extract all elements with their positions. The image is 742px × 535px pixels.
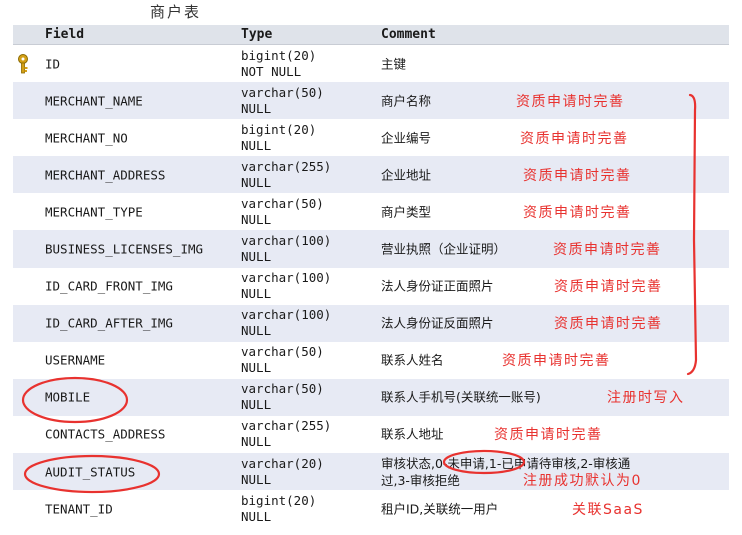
field-comment: 商户类型 xyxy=(381,204,432,220)
table-row: MOBILE varchar(50) NULL 联系人手机号(关联统一账号) 注册… xyxy=(13,378,729,416)
field-type: varchar(50) NULL xyxy=(241,195,324,227)
field-comment: 联系人手机号(关联统一账号) xyxy=(381,389,541,405)
field-type: varchar(255) NULL xyxy=(241,158,332,190)
field-name: ID xyxy=(45,56,61,72)
field-comment: 商户名称 xyxy=(381,93,432,109)
field-name: MERCHANT_ADDRESS xyxy=(45,167,166,183)
annotation-note: 资质申请时完善 xyxy=(554,316,663,333)
field-comment: 租户ID,关联统一用户 xyxy=(381,501,499,517)
field-type: bigint(20) NULL xyxy=(241,121,317,153)
field-name: MERCHANT_NAME xyxy=(45,93,143,109)
field-type: varchar(50) NULL xyxy=(241,84,324,116)
field-name: AUDIT_STATUS xyxy=(45,464,136,480)
table-title: 商户表 xyxy=(150,3,202,21)
field-type: bigint(20) NULL xyxy=(241,492,317,524)
key-icon xyxy=(18,53,28,73)
table-header: Field Type Comment xyxy=(13,25,729,45)
field-comment: 企业地址 xyxy=(381,167,432,183)
header-field: Field xyxy=(45,27,85,42)
field-name: USERNAME xyxy=(45,352,106,368)
annotation-note: 资质申请时完善 xyxy=(494,427,603,444)
annotation-note: 资质申请时完善 xyxy=(502,353,611,370)
field-name: ID_CARD_FRONT_IMG xyxy=(45,278,173,294)
field-type: varchar(255) NULL xyxy=(241,418,332,450)
annotation-note: 资质申请时完善 xyxy=(523,167,632,184)
annotation-note: 资质申请时完善 xyxy=(523,204,632,221)
field-comment: 法人身份证反面照片 xyxy=(381,315,494,331)
table-row: CONTACTS_ADDRESS varchar(255) NULL 联系人地址 … xyxy=(13,415,729,454)
annotation-note: 资质申请时完善 xyxy=(553,242,662,259)
annotation-note: 关联SaaS xyxy=(572,501,644,518)
table-row: MERCHANT_NAME varchar(50) NULL 商户名称 资质申请时… xyxy=(13,82,729,120)
field-type: varchar(100) NULL xyxy=(241,270,332,302)
field-type: varchar(50) NULL xyxy=(241,381,324,413)
field-name: BUSINESS_LICENSES_IMG xyxy=(45,241,204,257)
table-row: ID bigint(20) NOT NULL 主键 xyxy=(13,45,729,83)
table-row: ID_CARD_FRONT_IMG varchar(100) NULL 法人身份证… xyxy=(13,267,729,305)
field-comment: 营业执照（企业证明） xyxy=(381,241,507,257)
table-row: AUDIT_STATUS varchar(20) NULL 审核状态,0-未申请,… xyxy=(13,453,729,491)
table-row: BUSINESS_LICENSES_IMG varchar(100) NULL 营… xyxy=(13,230,729,268)
table-row: ID_CARD_AFTER_IMG varchar(100) NULL 法人身份证… xyxy=(13,304,729,342)
table-row: MERCHANT_TYPE varchar(50) NULL 商户类型 资质申请时… xyxy=(13,193,729,231)
field-comment: 联系人地址 xyxy=(381,426,444,442)
schema-table: Field Type Comment ID bigint(20) NOT NULL… xyxy=(13,25,729,528)
annotation-note: 资质申请时完善 xyxy=(520,130,629,147)
field-comment: 法人身份证正面照片 xyxy=(381,278,494,294)
table-row: USERNAME varchar(50) NULL 联系人姓名 资质申请时完善 xyxy=(13,341,729,379)
field-comment: 联系人姓名 xyxy=(381,352,444,368)
field-type: bigint(20) NOT NULL xyxy=(241,47,317,79)
field-name: ID_CARD_AFTER_IMG xyxy=(45,315,173,331)
annotation-note: 资质申请时完善 xyxy=(516,93,625,110)
annotation-note: 资质申请时完善 xyxy=(554,279,663,296)
table-row: MERCHANT_NO bigint(20) NULL 企业编号 资质申请时完善 xyxy=(13,119,729,157)
header-comment: Comment xyxy=(381,27,436,42)
field-name: CONTACTS_ADDRESS xyxy=(45,426,166,442)
field-type: varchar(100) NULL xyxy=(241,307,332,339)
field-type: varchar(20) NULL xyxy=(241,455,324,487)
field-comment: 主键 xyxy=(381,56,407,72)
field-type: varchar(100) NULL xyxy=(241,233,332,265)
field-name: TENANT_ID xyxy=(45,501,113,517)
field-type: varchar(50) NULL xyxy=(241,344,324,376)
field-name: MERCHANT_TYPE xyxy=(45,204,143,220)
field-comment: 企业编号 xyxy=(381,130,432,146)
annotation-note: 注册成功默认为0 xyxy=(523,473,642,490)
field-name: MOBILE xyxy=(45,389,91,405)
field-name: MERCHANT_NO xyxy=(45,130,128,146)
header-type: Type xyxy=(241,27,273,42)
table-row: MERCHANT_ADDRESS varchar(255) NULL 企业地址 资… xyxy=(13,156,729,194)
table-row: TENANT_ID bigint(20) NULL 租户ID,关联统一用户 关联S… xyxy=(13,490,729,528)
annotation-note: 注册时写入 xyxy=(607,390,685,407)
